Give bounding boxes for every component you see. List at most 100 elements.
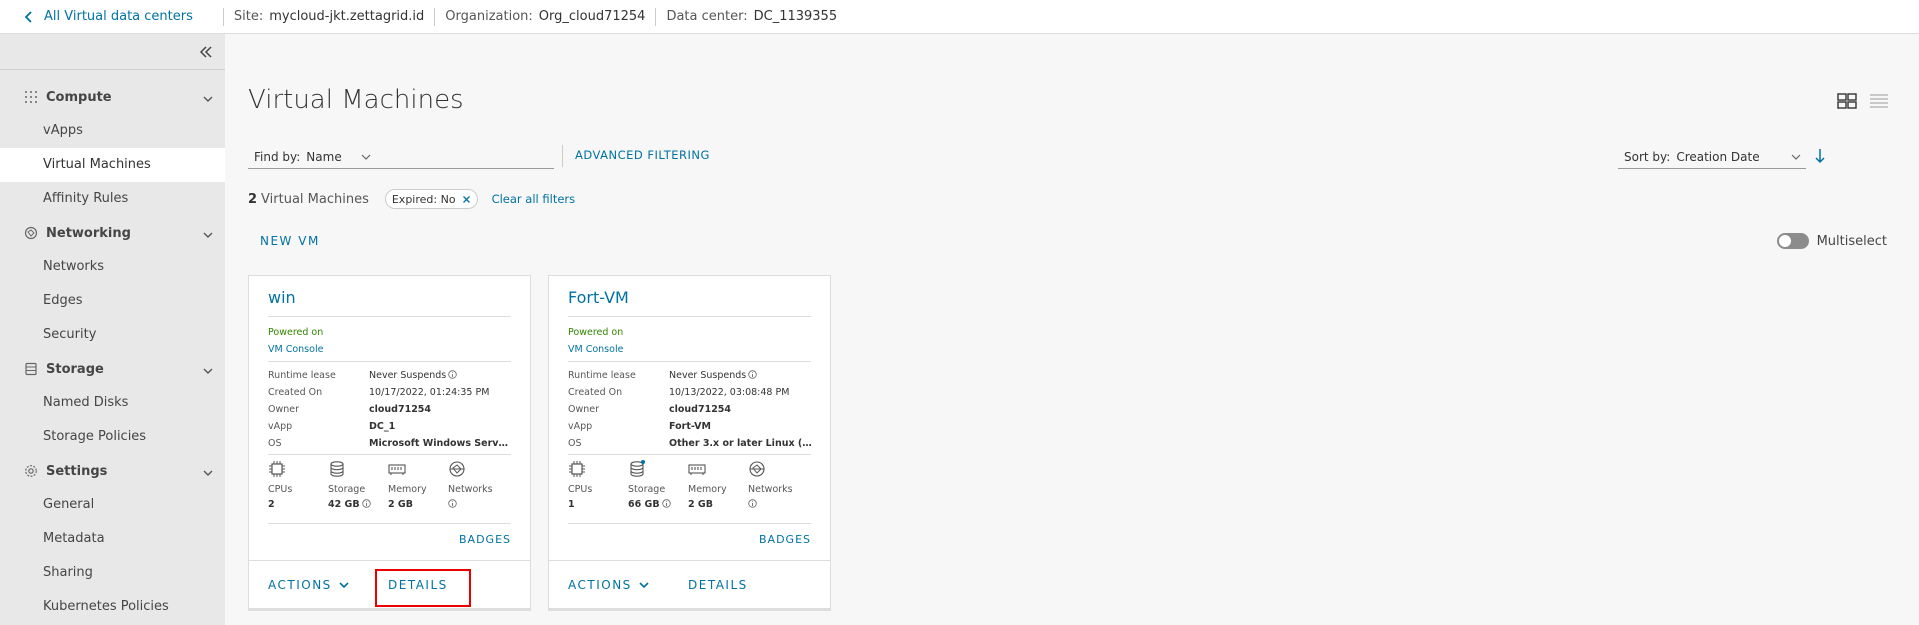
dc-label: Data center:: [666, 9, 748, 24]
field-value: 10/13/2022, 03:08:48 PM: [669, 387, 790, 398]
double-chevron-left-icon[interactable]: [197, 43, 215, 61]
stat-label: Memory: [688, 484, 727, 495]
field-value: Never Suspends: [669, 370, 813, 381]
info-icon[interactable]: [661, 499, 671, 508]
field-value: DC_1: [369, 421, 396, 432]
vm-console-link[interactable]: VM Console: [568, 344, 623, 355]
nav-head-settings[interactable]: Settings: [0, 454, 225, 488]
stat-label: Storage: [628, 484, 666, 495]
stat-value: [748, 498, 808, 512]
new-vm-button[interactable]: NEW VM: [260, 234, 320, 248]
actions-dropdown-button[interactable]: ACTIONS: [568, 578, 650, 592]
os-row: OS Microsoft Windows Server 2019 (64-bit…: [268, 438, 513, 449]
sidebar-item-storage-policies[interactable]: Storage Policies: [0, 420, 225, 454]
vm-name-link[interactable]: win: [268, 288, 296, 307]
nav-head-label: Storage: [46, 361, 104, 377]
badges-button[interactable]: BADGES: [459, 533, 511, 546]
badges-button[interactable]: BADGES: [759, 533, 811, 546]
info-icon[interactable]: [448, 370, 457, 379]
vapp-row: vApp Fort-VM: [568, 421, 813, 432]
chevron-down-icon: [339, 582, 349, 589]
clear-all-filters-link[interactable]: Clear all filters: [492, 192, 576, 206]
chevron-down-icon: [639, 582, 649, 589]
vm-name-link[interactable]: Fort-VM: [568, 288, 629, 307]
storage-value: 66 GB: [628, 499, 660, 510]
nav-head-compute[interactable]: Compute: [0, 80, 225, 114]
chevron-left-icon: [24, 10, 32, 23]
org-value: Org_cloud71254: [538, 9, 646, 24]
sidebar-item-edges[interactable]: Edges: [0, 284, 225, 318]
card-view-icon[interactable]: [1837, 92, 1857, 110]
stat-value: [448, 498, 508, 512]
field-label: vApp: [568, 421, 593, 432]
back-to-vdcs-link[interactable]: All Virtual data centers: [22, 9, 223, 24]
cpus-stat: CPUs 1: [568, 460, 628, 512]
nav-head-label: Networking: [46, 225, 131, 241]
sidebar-item-virtual-machines[interactable]: Virtual Machines: [0, 148, 225, 182]
chevron-down-icon: [1791, 154, 1801, 160]
field-value: Never Suspends: [369, 370, 513, 381]
sidebar-item-networks[interactable]: Networks: [0, 250, 225, 284]
cpu-icon: [269, 461, 285, 477]
close-icon[interactable]: [462, 195, 471, 204]
stat-value: 2: [268, 499, 275, 510]
page-title: Virtual Machines: [248, 85, 464, 115]
vm-console-link[interactable]: VM Console: [268, 344, 323, 355]
vm-card: Fort-VM Powered on VM Console Runtime le…: [548, 275, 831, 611]
field-label: Owner: [268, 404, 300, 415]
sidebar-item-sharing[interactable]: Sharing: [0, 556, 225, 590]
sidebar-item-vapps[interactable]: vApps: [0, 114, 225, 148]
org-label: Organization:: [445, 9, 533, 24]
divider: [568, 361, 811, 362]
runtime-lease-row: Runtime lease Never Suspends: [568, 370, 813, 381]
memory-icon: [388, 464, 406, 475]
stat-label: CPUs: [568, 484, 593, 495]
site-label: Site:: [233, 9, 264, 24]
stat-label: Networks: [748, 484, 793, 495]
sort-by-select[interactable]: Sort by: Creation Date: [1618, 145, 1806, 169]
nav-group-compute: Compute vApps Virtual Machines Affinity …: [0, 80, 225, 216]
toggle-knob: [1778, 235, 1791, 247]
info-icon[interactable]: [448, 499, 457, 508]
nav-head-networking[interactable]: Networking: [0, 216, 225, 250]
sidebar-item-security[interactable]: Security: [0, 318, 225, 352]
sidebar-item-affinity-rules[interactable]: Affinity Rules: [0, 182, 225, 216]
field-value: cloud71254: [669, 404, 732, 415]
sidebar-collapse-bar: [0, 34, 225, 70]
sidebar-item-metadata[interactable]: Metadata: [0, 522, 225, 556]
divider: [568, 454, 811, 455]
advanced-filtering-button[interactable]: ADVANCED FILTERING: [575, 148, 710, 162]
actions-dropdown-button[interactable]: ACTIONS: [268, 578, 350, 592]
field-label: vApp: [268, 421, 293, 432]
list-view-icon[interactable]: [1869, 92, 1889, 110]
multiselect-toggle[interactable]: [1776, 233, 1809, 249]
details-button[interactable]: DETAILS: [688, 578, 748, 592]
memory-stat: Memory 2 GB: [388, 460, 448, 512]
sidebar-item-general[interactable]: General: [0, 488, 225, 522]
sort-by-value: Creation Date: [1676, 149, 1760, 164]
info-icon[interactable]: [748, 370, 757, 379]
info-icon[interactable]: [361, 499, 371, 508]
result-count-row: 2 Virtual Machines Expired: No Clear all…: [248, 189, 575, 209]
card-footer: ACTIONS DETAILS: [549, 560, 830, 609]
divider: [268, 523, 511, 524]
vm-count: 2: [248, 191, 258, 207]
info-icon[interactable]: [748, 499, 757, 508]
sidebar-item-kubernetes-policies[interactable]: Kubernetes Policies: [0, 590, 225, 624]
nav-group-settings: Settings General Metadata Sharing Kubern…: [0, 454, 225, 624]
vm-count-label: Virtual Machines: [261, 191, 369, 207]
networks-stat: Networks: [748, 460, 808, 512]
field-label: Created On: [568, 387, 623, 398]
nav-head-storage[interactable]: Storage: [0, 352, 225, 386]
find-by-select[interactable]: Find by: Name: [248, 145, 554, 169]
field-value: Microsoft Windows Server 2019 (64-bit): [369, 438, 513, 449]
field-label: Owner: [568, 404, 600, 415]
storage-icon: [330, 461, 344, 477]
chevron-down-icon: [203, 96, 213, 102]
field-value: Other 3.x or later Linux (64-bit): [669, 438, 813, 449]
power-status: Powered on: [268, 327, 324, 338]
sort-direction-arrow-icon[interactable]: [1813, 147, 1827, 165]
sidebar-item-named-disks[interactable]: Named Disks: [0, 386, 225, 420]
vapp-row: vApp DC_1: [268, 421, 513, 432]
chevron-down-icon: [361, 154, 371, 160]
